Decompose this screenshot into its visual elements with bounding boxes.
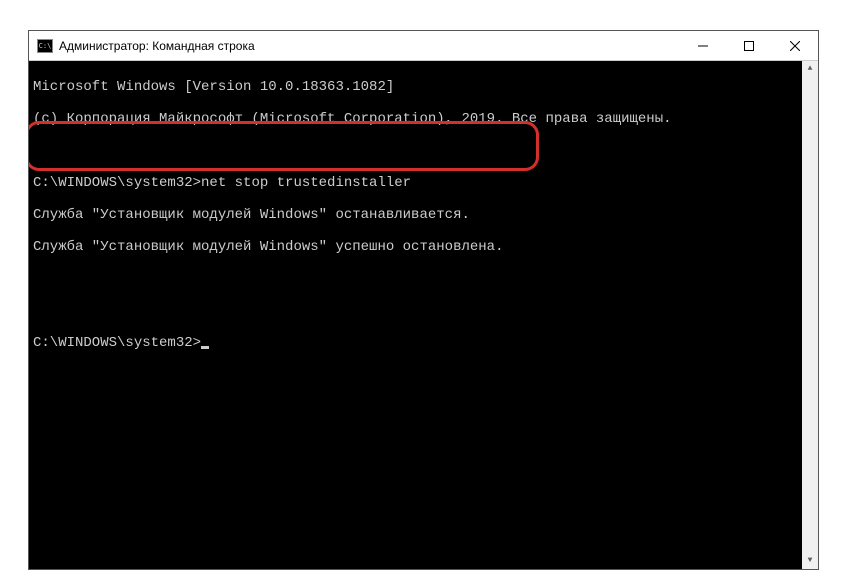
scroll-up-button[interactable]: ▲ [802,61,818,77]
cmd-icon: C:\ [37,39,53,53]
minimize-button[interactable] [680,31,726,60]
window-controls [680,31,818,60]
window-title: Администратор: Командная строка [59,39,680,53]
terminal-line: C:\WINDOWS\system32> [33,335,796,351]
close-icon [790,41,800,51]
terminal-content: Microsoft Windows [Version 10.0.18363.10… [33,63,814,383]
terminal-line: (c) Корпорация Майкрософт (Microsoft Cor… [33,111,796,127]
command: net stop trustedinstaller [201,175,411,191]
maximize-icon [744,41,754,51]
vertical-scrollbar[interactable]: ▲ ▼ [802,61,818,569]
terminal-line: Служба "Установщик модулей Windows" успе… [33,239,796,255]
titlebar[interactable]: C:\ Администратор: Командная строка [29,31,818,61]
command-prompt-window: C:\ Администратор: Командная строка Micr… [28,30,819,570]
terminal-area[interactable]: Microsoft Windows [Version 10.0.18363.10… [29,61,818,569]
terminal-line [33,303,796,319]
terminal-line: Служба "Установщик модулей Windows" оста… [33,207,796,223]
terminal-line: C:\WINDOWS\system32>net stop trustedinst… [33,175,796,191]
terminal-line [33,271,796,287]
prompt: C:\WINDOWS\system32> [33,175,201,191]
minimize-icon [698,41,708,51]
maximize-button[interactable] [726,31,772,60]
scroll-down-button[interactable]: ▼ [802,553,818,569]
close-button[interactable] [772,31,818,60]
cursor [201,346,209,349]
prompt: C:\WINDOWS\system32> [33,335,201,351]
terminal-line: Microsoft Windows [Version 10.0.18363.10… [33,79,796,95]
terminal-line [33,143,796,159]
